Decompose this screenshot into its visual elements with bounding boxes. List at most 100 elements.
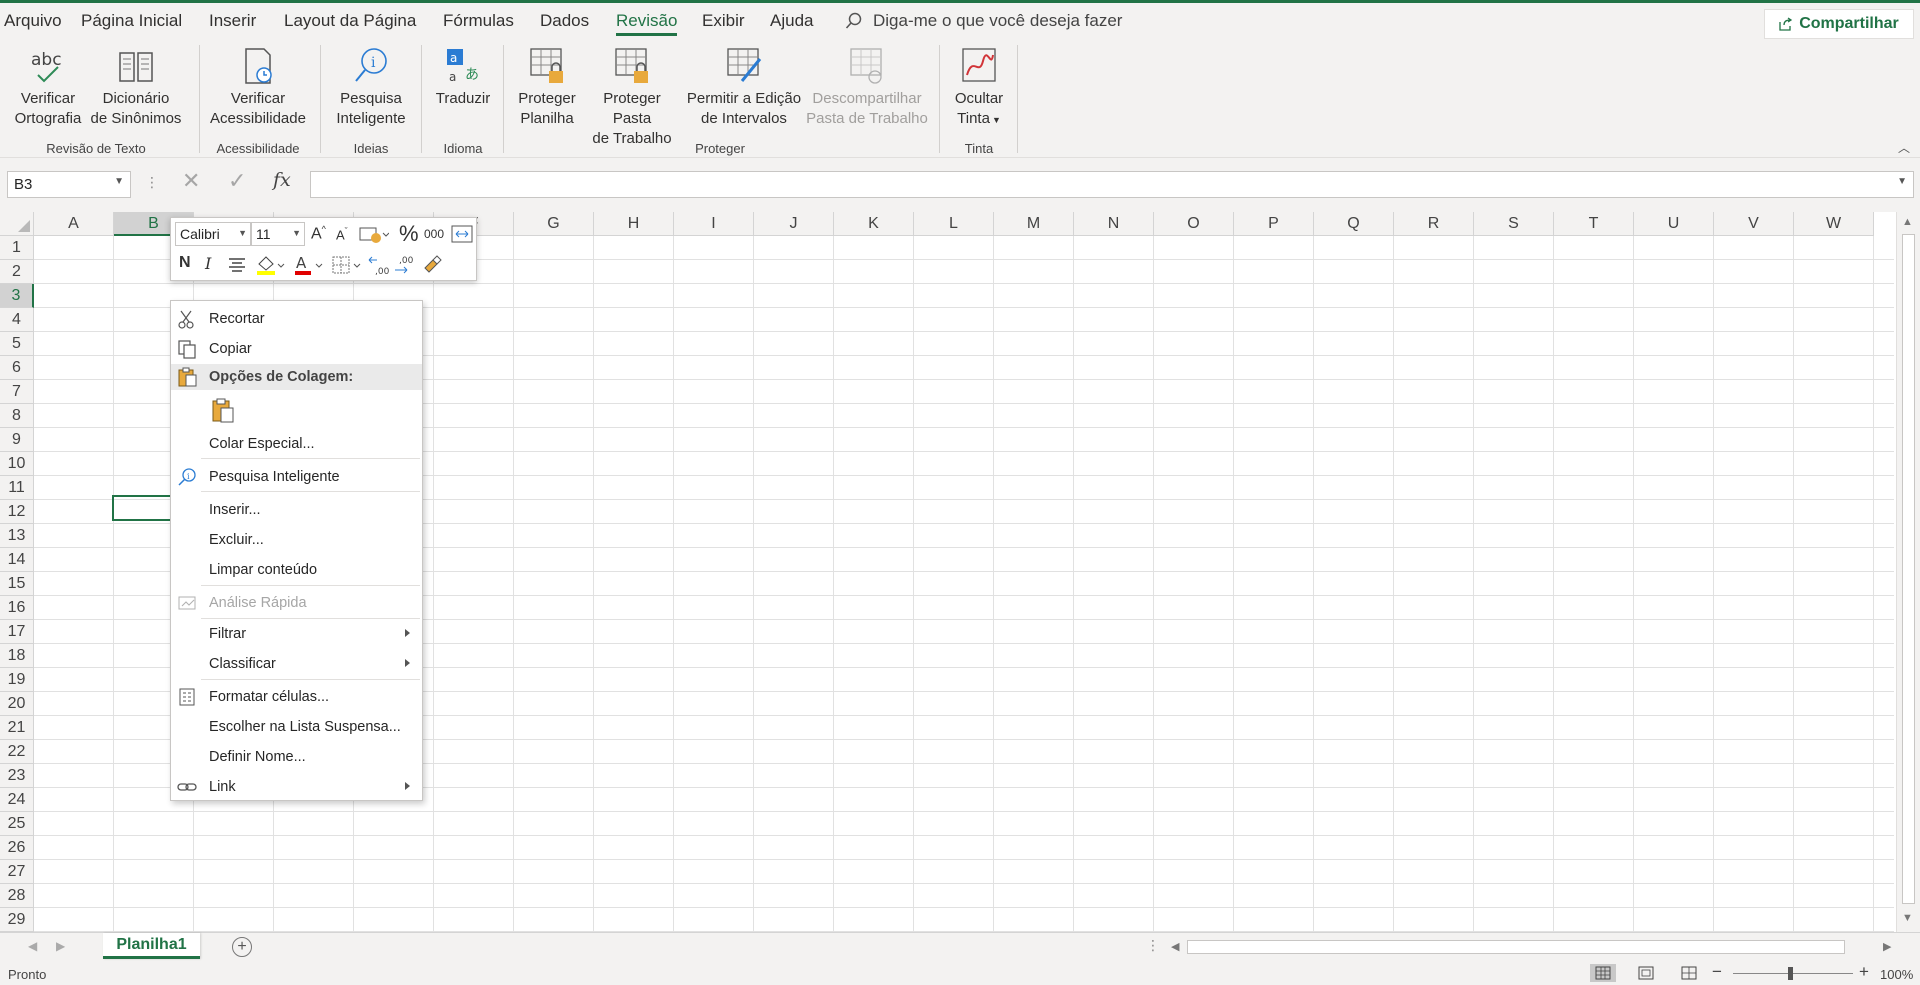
column-header-t[interactable]: T — [1554, 212, 1634, 236]
column-header-p[interactable]: P — [1234, 212, 1314, 236]
column-header-g[interactable]: G — [514, 212, 594, 236]
tab-revisao[interactable]: Revisão — [616, 11, 678, 36]
menu-item-link[interactable]: Link — [171, 774, 422, 800]
row-header-7[interactable]: 7 — [0, 380, 34, 404]
next-sheet-icon[interactable]: ▶ — [56, 939, 65, 953]
row-header-4[interactable]: 4 — [0, 308, 34, 332]
collapse-ribbon-icon[interactable]: ︿ — [1898, 139, 1910, 156]
scroll-down-icon[interactable]: ▼ — [1902, 912, 1913, 924]
row-header-29[interactable]: 29 — [0, 908, 34, 932]
zoom-slider-thumb[interactable] — [1788, 967, 1793, 980]
menu-item-sort[interactable]: Classificar — [171, 651, 422, 677]
tell-me-search[interactable]: Diga-me o que você deseja fazer — [845, 11, 1122, 31]
row-header-9[interactable]: 9 — [0, 428, 34, 452]
tab-split-grip-icon[interactable]: ⋮ — [1146, 937, 1160, 954]
row-header-10[interactable]: 10 — [0, 452, 34, 476]
tab-layout-da-pagina[interactable]: Layout da Página — [284, 11, 416, 31]
column-header-j[interactable]: J — [754, 212, 834, 236]
italic-button[interactable]: I — [205, 254, 211, 273]
decrease-decimal-icon[interactable]: ,00 — [367, 254, 389, 276]
zoom-level[interactable]: 100% — [1880, 967, 1913, 982]
select-all-button[interactable] — [0, 212, 34, 236]
zoom-out-icon[interactable]: − — [1712, 962, 1722, 982]
cancel-entry-icon[interactable]: ✕ — [182, 168, 200, 194]
menu-item-delete[interactable]: Excluir... — [171, 527, 422, 553]
column-header-l[interactable]: L — [914, 212, 994, 236]
menu-item-copy[interactable]: Copiar — [171, 336, 422, 362]
menu-item-format-cells[interactable]: Formatar células... — [171, 684, 422, 710]
column-header-i[interactable]: I — [674, 212, 754, 236]
font-size-select[interactable]: 11 ▼ — [251, 222, 305, 246]
menu-item-filter[interactable]: Filtrar — [171, 621, 422, 647]
hide-ink-button[interactable]: Ocultar Tinta ▼ — [946, 45, 1012, 130]
menu-item-pick-from-list[interactable]: Escolher na Lista Suspensa... — [171, 714, 422, 740]
column-header-k[interactable]: K — [834, 212, 914, 236]
formula-input[interactable]: ▼ — [310, 171, 1914, 198]
comma-style-button[interactable]: 000 — [424, 227, 444, 241]
allow-edit-ranges-button[interactable]: Permitir a Edição de Intervalos — [686, 45, 802, 129]
column-header-w[interactable]: W — [1794, 212, 1874, 236]
bold-button[interactable]: N — [179, 254, 191, 272]
accessibility-button[interactable]: Verificar Acessibilidade — [206, 45, 310, 129]
protect-workbook-button[interactable]: Proteger Pasta de Trabalho — [582, 45, 682, 149]
tab-arquivo[interactable]: Arquivo — [4, 11, 62, 31]
normal-view-button[interactable] — [1590, 964, 1616, 982]
merge-center-icon[interactable] — [451, 224, 473, 244]
row-header-5[interactable]: 5 — [0, 332, 34, 356]
menu-item-cut[interactable]: Recortar — [171, 306, 422, 332]
tab-dados[interactable]: Dados — [540, 11, 589, 31]
row-header-1[interactable]: 1 — [0, 236, 34, 260]
prev-sheet-icon[interactable]: ◀ — [28, 939, 37, 953]
row-header-25[interactable]: 25 — [0, 812, 34, 836]
tab-pagina-inicial[interactable]: Página Inicial — [81, 11, 182, 31]
row-header-28[interactable]: 28 — [0, 884, 34, 908]
row-header-19[interactable]: 19 — [0, 668, 34, 692]
page-break-view-button[interactable] — [1676, 964, 1702, 982]
row-header-24[interactable]: 24 — [0, 788, 34, 812]
column-header-a[interactable]: A — [34, 212, 114, 236]
name-box-dropdown-icon[interactable]: ▼ — [114, 176, 124, 187]
column-header-s[interactable]: S — [1474, 212, 1554, 236]
spelling-button[interactable]: abc Verificar Ortografia — [8, 45, 88, 129]
format-painter-icon[interactable] — [421, 254, 443, 276]
row-header-18[interactable]: 18 — [0, 644, 34, 668]
menu-item-smart-lookup[interactable]: i Pesquisa Inteligente — [171, 464, 422, 490]
fill-color-icon[interactable] — [255, 254, 285, 276]
zoom-in-icon[interactable]: + — [1859, 962, 1869, 982]
menu-item-insert[interactable]: Inserir... — [171, 497, 422, 523]
protect-sheet-button[interactable]: Proteger Planilha — [510, 45, 584, 129]
row-header-14[interactable]: 14 — [0, 548, 34, 572]
column-header-u[interactable]: U — [1634, 212, 1714, 236]
row-header-17[interactable]: 17 — [0, 620, 34, 644]
font-color-icon[interactable]: A — [293, 254, 323, 276]
paste-option-icon[interactable] — [211, 398, 235, 424]
scroll-right-icon[interactable]: ▶ — [1883, 940, 1891, 953]
scroll-up-icon[interactable]: ▲ — [1902, 216, 1913, 228]
column-header-r[interactable]: R — [1394, 212, 1474, 236]
row-header-12[interactable]: 12 — [0, 500, 34, 524]
formula-bar-grip-icon[interactable]: ⋮ — [145, 174, 159, 191]
thesaurus-button[interactable]: Dicionário de Sinônimos — [90, 45, 182, 129]
row-header-22[interactable]: 22 — [0, 740, 34, 764]
row-header-21[interactable]: 21 — [0, 716, 34, 740]
column-header-o[interactable]: O — [1154, 212, 1234, 236]
row-header-13[interactable]: 13 — [0, 524, 34, 548]
tab-inserir[interactable]: Inserir — [209, 11, 256, 31]
horizontal-scroll-thumb[interactable] — [1187, 940, 1845, 954]
row-header-8[interactable]: 8 — [0, 404, 34, 428]
menu-item-define-name[interactable]: Definir Nome... — [171, 744, 422, 770]
confirm-entry-icon[interactable]: ✓ — [228, 168, 246, 194]
row-header-16[interactable]: 16 — [0, 596, 34, 620]
menu-item-paste-special[interactable]: Colar Especial... — [171, 431, 422, 457]
percent-style-button[interactable]: % — [399, 221, 419, 247]
scroll-left-icon[interactable]: ◀ — [1171, 940, 1179, 953]
row-header-26[interactable]: 26 — [0, 836, 34, 860]
row-header-15[interactable]: 15 — [0, 572, 34, 596]
sheet-tab-planilha1[interactable]: Planilha1 — [103, 933, 200, 959]
expand-formula-bar-icon[interactable]: ▼ — [1897, 176, 1907, 187]
column-header-v[interactable]: V — [1714, 212, 1794, 236]
row-header-23[interactable]: 23 — [0, 764, 34, 788]
page-layout-view-button[interactable] — [1633, 964, 1659, 982]
column-header-h[interactable]: H — [594, 212, 674, 236]
column-header-m[interactable]: M — [994, 212, 1074, 236]
